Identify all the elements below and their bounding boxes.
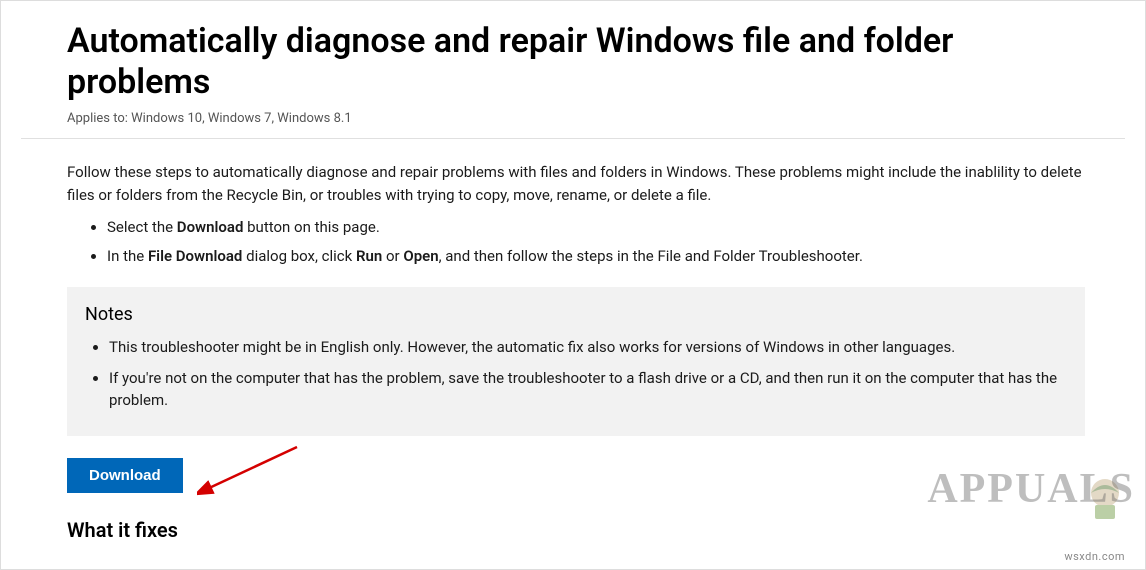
step-text: Select the	[107, 218, 177, 236]
steps-list: Select the Download button on this page.…	[67, 216, 1085, 267]
step-text: button on this page.	[243, 218, 379, 236]
notes-box: Notes This troubleshooter might be in En…	[67, 287, 1085, 436]
page-header: Automatically diagnose and repair Window…	[21, 9, 1125, 139]
text-bold: File Download	[148, 247, 242, 265]
list-item: This troubleshooter might be in English …	[109, 336, 1067, 359]
notes-list: This troubleshooter might be in English …	[85, 336, 1067, 412]
article-body: Follow these steps to automatically diag…	[21, 161, 1125, 545]
step-text: In the	[107, 247, 148, 265]
applies-to-text: Applies to: Windows 10, Windows 7, Windo…	[67, 109, 1085, 129]
notes-heading: Notes	[85, 301, 1067, 328]
text-bold: Open	[403, 247, 438, 265]
intro-paragraph: Follow these steps to automatically diag…	[67, 161, 1085, 206]
step-text: dialog box, click	[242, 247, 356, 265]
download-button[interactable]: Download	[67, 458, 183, 493]
step-text: or	[382, 247, 403, 265]
list-item: If you're not on the computer that has t…	[109, 367, 1067, 412]
page-title: Automatically diagnose and repair Window…	[67, 21, 1085, 103]
section-heading: What it fixes	[67, 515, 1085, 545]
step-text: , and then follow the steps in the File …	[439, 247, 863, 265]
list-item: In the File Download dialog box, click R…	[107, 245, 1085, 268]
text-bold: Run	[356, 247, 382, 265]
watermark-site: wsxdn.com	[1064, 549, 1125, 566]
list-item: Select the Download button on this page.	[107, 216, 1085, 239]
text-bold: Download	[177, 218, 244, 236]
